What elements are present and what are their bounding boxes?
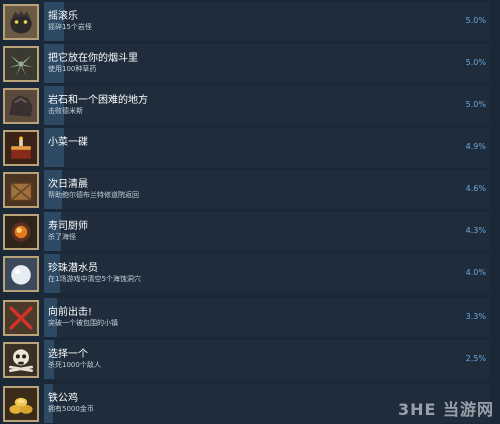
crate-icon [3, 172, 39, 208]
achievement-description: 突破一个被包围的小镇 [48, 319, 118, 327]
achievement-description: 摇碎15个岩怪 [48, 23, 92, 31]
cake-icon [3, 130, 39, 166]
achievement-description: 杀死1000个敌人 [48, 361, 101, 369]
achievement-description: 帮助鲍尔德布兰特修道院返回 [48, 191, 139, 199]
achievement-description: 使用100种草药 [48, 65, 97, 73]
crossed-swords-icon [3, 300, 39, 336]
achievement-percent: 5.0% [465, 58, 486, 67]
achievement-percent: 5.0% [465, 100, 486, 109]
achievement-row[interactable]: 岩石和一个困难的地方 击败德米斯 5.0% [0, 86, 500, 125]
achievement-row[interactable]: 把它放在你的烟斗里 使用100种草药 5.0% [0, 44, 500, 83]
achievement-percent: 2.5% [465, 354, 486, 363]
achievement-panel: 次日清晨 帮助鲍尔德布兰特修道院返回 4.6% [44, 170, 490, 209]
achievement-row[interactable]: 摇滚乐 摇碎15个岩怪 5.0% [0, 2, 500, 41]
achievement-title: 珍珠潜水员 [48, 263, 98, 274]
achievement-description: 在1场游戏中清空5个海蚀洞穴 [48, 275, 141, 283]
achievement-percent: 4.6% [465, 184, 486, 193]
achievement-panel: 向前出击! 突破一个被包围的小镇 3.3% [44, 298, 490, 337]
achievement-description: 杀了海怪 [48, 233, 76, 241]
achievement-panel: 摇滚乐 摇碎15个岩怪 5.0% [44, 2, 490, 41]
rock-monster-icon [3, 4, 39, 40]
achievement-panel: 岩石和一个困难的地方 击败德米斯 5.0% [44, 86, 490, 125]
achievement-percent: 3.3% [465, 312, 486, 321]
achievement-percent: 4.0% [465, 268, 486, 277]
achievement-percent: 5.0% [465, 16, 486, 25]
achievement-row[interactable]: 选择一个 杀死1000个敌人 2.5% [0, 340, 500, 379]
achievement-panel: 选择一个 杀死1000个敌人 2.5% [44, 340, 490, 379]
achievement-row[interactable]: 寿司厨师 杀了海怪 4.3% [0, 212, 500, 251]
achievement-panel: 珍珠潜水员 在1场游戏中清空5个海蚀洞穴 4.0% [44, 254, 490, 293]
herb-icon [3, 46, 39, 82]
achievement-row[interactable]: 向前出击! 突破一个被包围的小镇 3.3% [0, 298, 500, 337]
boulder-icon [3, 88, 39, 124]
gold-coins-icon [3, 386, 39, 422]
achievement-row[interactable]: 小菜一碟 4.9% [0, 128, 500, 167]
skull-crossbones-icon [3, 342, 39, 378]
achievement-title: 岩石和一个困难的地方 [48, 95, 148, 106]
orb-icon [3, 214, 39, 250]
achievement-description: 拥有5000金币 [48, 405, 94, 413]
achievement-list: 摇滚乐 摇碎15个岩怪 5.0% 把它放在你的烟斗里 使用100种草药 5.0% [0, 0, 500, 424]
achievement-title: 寿司厨师 [48, 221, 88, 232]
achievement-percent: 4.3% [465, 226, 486, 235]
achievement-title: 选择一个 [48, 349, 88, 360]
achievement-title: 铁公鸡 [48, 393, 78, 404]
achievement-title: 次日清晨 [48, 179, 88, 190]
achievement-percent: 4.9% [465, 142, 486, 151]
achievement-panel: 小菜一碟 4.9% [44, 128, 490, 167]
achievement-panel: 把它放在你的烟斗里 使用100种草药 5.0% [44, 44, 490, 83]
achievement-description: 击败德米斯 [48, 107, 83, 115]
achievement-title: 向前出击! [48, 307, 93, 318]
achievement-title: 摇滚乐 [48, 11, 78, 22]
watermark-logo: 3HE 当游网 [397, 400, 494, 419]
achievement-title: 把它放在你的烟斗里 [48, 53, 138, 64]
achievement-row[interactable]: 珍珠潜水员 在1场游戏中清空5个海蚀洞穴 4.0% [0, 254, 500, 293]
achievement-panel: 寿司厨师 杀了海怪 4.3% [44, 212, 490, 251]
achievement-title: 小菜一碟 [48, 137, 88, 148]
achievement-row[interactable]: 次日清晨 帮助鲍尔德布兰特修道院返回 4.6% [0, 170, 500, 209]
pearl-icon [3, 256, 39, 292]
